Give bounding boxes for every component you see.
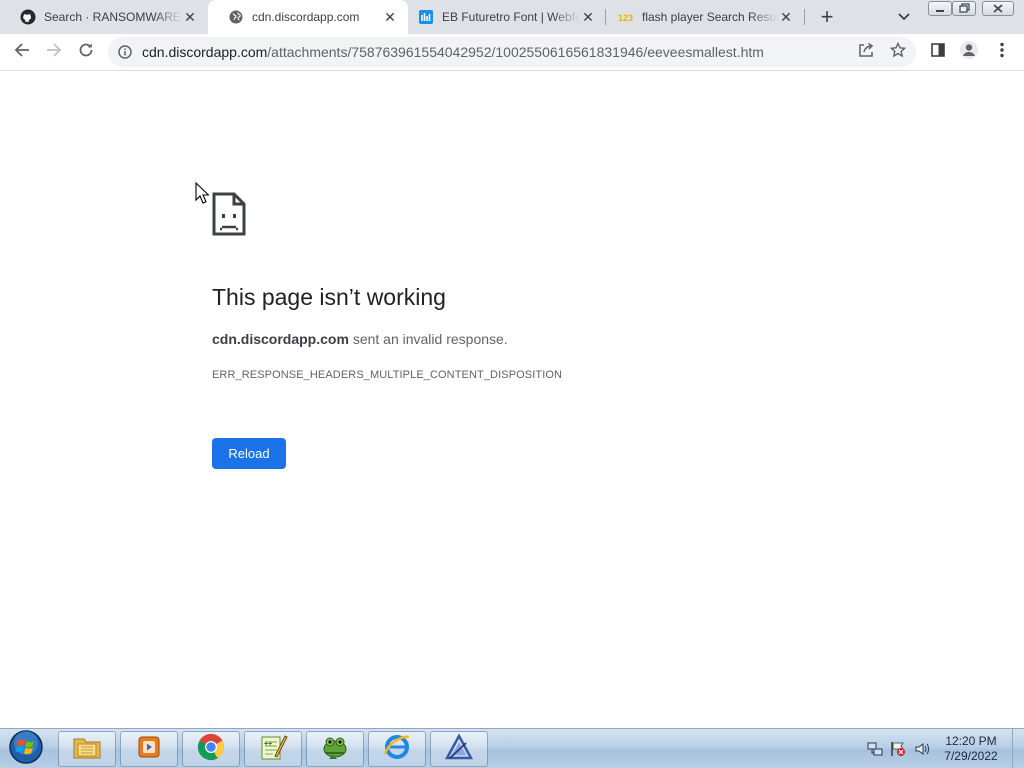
new-tab-button[interactable]: + xyxy=(815,4,839,29)
reload-button[interactable]: Reload xyxy=(212,438,286,469)
taskbar-media-center[interactable] xyxy=(120,731,178,767)
avatar-icon xyxy=(959,40,979,65)
star-icon xyxy=(889,41,907,63)
tab-title: Search · RANSOMWARE E xyxy=(44,10,182,24)
clock-date: 7/29/2022 xyxy=(944,749,998,763)
explorer-icon xyxy=(72,734,102,765)
taskbar-notepad-plus-plus[interactable]: ++ xyxy=(244,731,302,767)
close-icon[interactable]: ✕ xyxy=(382,9,398,25)
profile-button[interactable] xyxy=(957,40,981,64)
internet-explorer-icon xyxy=(382,732,412,767)
arrow-right-icon xyxy=(46,42,62,63)
mouse-cursor-icon xyxy=(195,181,210,209)
restore-icon xyxy=(958,0,970,18)
tab-title: flash player Search Result xyxy=(642,10,778,24)
notepad-plus-plus-icon: ++ xyxy=(258,732,288,767)
error-host: cdn.discordapp.com xyxy=(212,331,349,347)
tab-flash-player-search[interactable]: 123 flash player Search Result ✕ xyxy=(606,0,804,34)
arrow-left-icon xyxy=(14,42,30,63)
sad-page-icon xyxy=(212,192,246,241)
windows-logo-icon xyxy=(8,729,44,768)
error-title: This page isn’t working xyxy=(212,284,446,310)
error-page: This page isn’t working cdn.discordapp.c… xyxy=(0,71,1024,728)
tab-github-search[interactable]: Search · RANSOMWARE E ✕ xyxy=(0,0,208,34)
close-icon[interactable]: ✕ xyxy=(182,9,198,25)
chevron-down-icon xyxy=(898,8,910,26)
side-panel-button[interactable] xyxy=(926,40,950,64)
app-triangle-icon xyxy=(444,732,474,766)
taskbar-triangle-app[interactable] xyxy=(430,731,488,767)
volume-icon[interactable] xyxy=(914,741,930,757)
frog-app-icon xyxy=(320,733,350,766)
error-message: sent an invalid response. xyxy=(352,331,508,347)
system-tray: 12:20 PM 7/29/2022 xyxy=(862,729,1024,768)
chrome-icon xyxy=(197,733,225,766)
reload-toolbar-button[interactable] xyxy=(74,40,98,64)
reload-icon xyxy=(78,42,94,63)
menu-button[interactable] xyxy=(990,40,1014,64)
url-path: /attachments/758763961554042952/10025506… xyxy=(267,44,764,60)
windows-taskbar: ++ 12:20 PM 7/29/2022 xyxy=(0,728,1024,768)
back-button[interactable] xyxy=(10,40,34,64)
globe-icon xyxy=(228,9,244,25)
clock-time: 12:20 PM xyxy=(945,734,997,748)
svg-text:123: 123 xyxy=(618,13,633,23)
tab-separator xyxy=(804,9,805,25)
123-icon: 123 xyxy=(618,9,634,25)
taskbar-frog-app[interactable] xyxy=(306,731,364,767)
taskbar-internet-explorer[interactable] xyxy=(368,731,426,767)
tab-strip: Search · RANSOMWARE E ✕ cdn.discordapp.c… xyxy=(0,0,1024,34)
browser-toolbar: cdn.discordapp.com/attachments/758763961… xyxy=(0,34,1024,71)
taskbar-clock[interactable]: 12:20 PM 7/29/2022 xyxy=(935,734,1007,764)
forward-button[interactable] xyxy=(42,40,66,64)
side-panel-icon xyxy=(930,42,946,63)
tab-eb-futuretro[interactable]: EB Futuretro Font | Webfo ✕ xyxy=(408,0,606,34)
share-icon xyxy=(858,42,874,63)
github-icon xyxy=(20,9,36,25)
media-center-icon xyxy=(135,734,163,765)
taskbar-chrome[interactable] xyxy=(182,731,240,767)
tab-title: EB Futuretro Font | Webfo xyxy=(442,10,580,24)
restore-button[interactable] xyxy=(952,1,976,16)
taskbar-explorer[interactable] xyxy=(58,731,116,767)
tab-discord-cdn[interactable]: cdn.discordapp.com ✕ xyxy=(208,0,408,34)
start-button[interactable] xyxy=(6,729,46,768)
network-icon[interactable] xyxy=(867,741,883,757)
bookmark-button[interactable] xyxy=(886,40,910,64)
action-center-flag-icon[interactable] xyxy=(890,741,906,757)
minimize-button[interactable] xyxy=(928,1,952,16)
svg-text:++: ++ xyxy=(264,741,272,748)
share-button[interactable] xyxy=(854,40,878,64)
tab-search-button[interactable] xyxy=(893,6,915,28)
close-window-button[interactable] xyxy=(982,1,1014,16)
show-desktop-button[interactable] xyxy=(1012,729,1024,768)
more-vertical-icon xyxy=(1000,42,1004,63)
address-bar[interactable]: cdn.discordapp.com/attachments/758763961… xyxy=(108,37,916,67)
close-icon xyxy=(993,0,1003,18)
close-icon[interactable]: ✕ xyxy=(580,9,596,25)
info-icon[interactable] xyxy=(108,45,142,59)
url-host: cdn.discordapp.com xyxy=(142,44,268,60)
fontspace-icon xyxy=(418,9,434,25)
close-icon[interactable]: ✕ xyxy=(778,9,794,25)
error-code: ERR_RESPONSE_HEADERS_MULTIPLE_CONTENT_DI… xyxy=(212,369,563,381)
error-description: cdn.discordapp.com sent an invalid respo… xyxy=(212,331,508,347)
tab-title: cdn.discordapp.com xyxy=(252,10,360,24)
minimize-icon xyxy=(935,0,945,18)
